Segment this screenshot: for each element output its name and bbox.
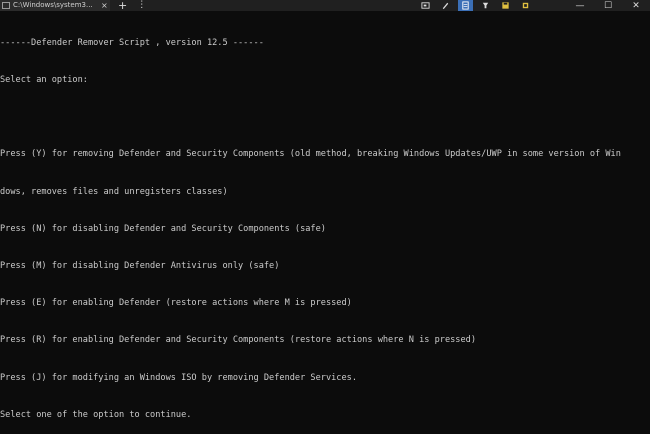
console-line: Select one of the option to continue. [0,409,192,420]
console-line: Press (M) for disabling Defender Antivir… [0,261,280,272]
terminal-window: C:\Windows\system3... × + ⋮ — ☐ ✕ ------… [0,0,650,434]
tab-title: C:\Windows\system3... [13,1,93,9]
window-controls: — ☐ ✕ [566,0,650,11]
console-output[interactable]: ------Defender Remover Script , version … [0,12,650,434]
console-line: Select an option: [0,75,88,86]
title-bar: C:\Windows\system3... × + ⋮ [0,0,650,11]
new-tab-button[interactable]: + [118,0,127,11]
screen-record-icon[interactable] [418,0,433,11]
toolbar-icons [418,0,538,11]
terminal-tab[interactable]: C:\Windows\system3... × [0,0,110,11]
console-line: Press (E) for enabling Defender (restore… [0,298,352,309]
pen-icon[interactable] [438,0,453,11]
save-icon[interactable] [498,0,513,11]
pin-icon[interactable] [478,0,493,11]
maximize-button[interactable]: ☐ [594,0,622,11]
console-line: Press (N) for disabling Defender and Sec… [0,223,326,234]
stop-icon[interactable] [518,0,533,11]
tab-close-button[interactable]: × [101,0,108,11]
console-line: Press (R) for enabling Defender and Secu… [0,335,476,346]
console-line: Press (J) for modifying an Windows ISO b… [0,372,357,383]
minimize-button[interactable]: — [566,0,594,11]
console-line: Press (Y) for removing Defender and Secu… [0,149,621,160]
tab-dropdown-button[interactable]: ⋮ [137,0,146,11]
terminal-icon [2,2,10,9]
document-icon[interactable] [458,0,473,11]
console-line: dows, removes files and unregisters clas… [0,186,228,197]
close-button[interactable]: ✕ [622,0,650,11]
console-line: ------Defender Remover Script , version … [0,37,264,48]
